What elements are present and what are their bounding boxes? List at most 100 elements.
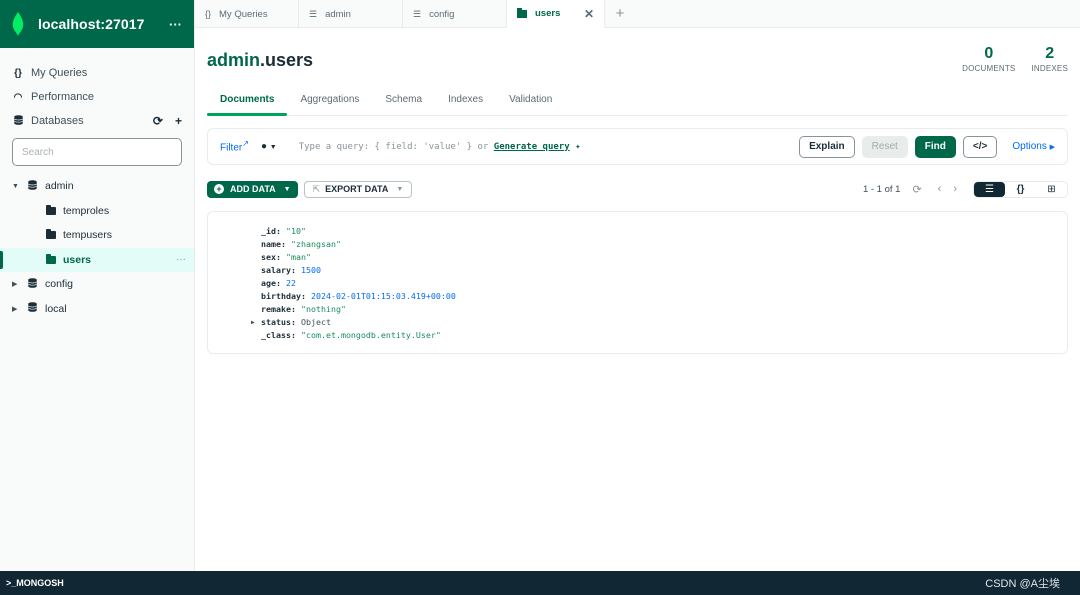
namespace-db: admin <box>207 50 261 70</box>
options-label: Options <box>1012 141 1047 152</box>
refresh-icon[interactable]: ⟳ <box>912 183 921 196</box>
list-view-button[interactable]: ☰ <box>974 181 1005 197</box>
document-field: sex: "man" <box>261 252 311 262</box>
field-value: "zhangsan" <box>290 239 341 249</box>
plus-icon[interactable]: + <box>175 114 182 128</box>
caret-down-icon: ▼ <box>396 185 404 193</box>
document-field-expandable[interactable]: ▶ status: Object <box>251 316 1067 329</box>
reset-button[interactable]: Reset <box>861 135 908 158</box>
json-view-button[interactable]: {} <box>1005 182 1036 197</box>
caret-right-icon: ▶ <box>1049 144 1055 151</box>
search-input[interactable] <box>22 146 172 158</box>
document-field: _class: "com.et.mongodb.entity.User" <box>261 330 441 340</box>
tab-aggregations[interactable]: Aggregations <box>287 88 372 115</box>
tab-schema[interactable]: Schema <box>372 88 435 115</box>
field-value: "man" <box>286 252 311 262</box>
tab-documents[interactable]: Documents <box>207 88 288 116</box>
database-icon: ☰ <box>413 8 422 19</box>
pagination: 1 - 1 of 1 ⟳ ‹ › ☰ {} ⊞ <box>862 180 1068 198</box>
query-input[interactable]: Type a query: { field: 'value' } or Gene… <box>299 142 792 152</box>
sidebar-item-performance[interactable]: ◠ Performance <box>0 85 194 109</box>
field-key: remake <box>261 304 291 314</box>
connection-more-icon[interactable]: ··· <box>169 17 182 32</box>
find-button[interactable]: Find <box>914 135 956 158</box>
tree-db-admin[interactable]: ▼ admin <box>0 174 194 199</box>
code-export-button[interactable]: </> <box>962 135 998 158</box>
sidebar-item-label: Performance <box>31 91 94 103</box>
field-value: Object <box>300 317 331 327</box>
collection-more-icon[interactable]: ··· <box>176 254 186 265</box>
caret-right-icon[interactable]: ▶ <box>12 280 22 288</box>
options-toggle[interactable]: Options ▶ <box>1012 141 1055 152</box>
database-icon: ☰ <box>309 8 318 19</box>
tree-collection-tempusers[interactable]: tempusers <box>0 223 194 248</box>
database-icon <box>28 179 38 193</box>
connection-header: localhost:27017 ··· <box>0 0 194 48</box>
braces-icon: {} <box>1016 183 1025 195</box>
query-placeholder: Type a query: { field: 'value' } or <box>298 141 494 152</box>
stat-value: 2 <box>1045 45 1055 62</box>
chevron-right-icon[interactable]: › <box>953 183 957 195</box>
refresh-icon[interactable]: ⟳ <box>153 114 163 128</box>
tab-my-queries[interactable]: {} My Queries <box>195 0 299 28</box>
mongosh-toggle[interactable]: >_MONGOSH <box>6 578 64 588</box>
caret-down-icon: ▼ <box>283 185 291 193</box>
export-data-button[interactable]: ⇱ EXPORT DATA ▼ <box>303 180 413 198</box>
add-data-button[interactable]: + ADD DATA ▼ <box>207 180 298 198</box>
close-icon[interactable]: ✕ <box>584 7 594 21</box>
explain-button[interactable]: Explain <box>799 135 855 158</box>
folder-icon <box>46 204 56 215</box>
namespace-collection: .users <box>260 50 314 70</box>
chevron-left-icon[interactable]: ‹ <box>938 183 942 195</box>
tree-collection-label: tempusers <box>63 229 113 242</box>
sparkle-icon: ✦ <box>575 141 581 152</box>
caret-right-icon[interactable]: ▶ <box>12 305 22 313</box>
stat-label: INDEXES <box>1031 64 1068 73</box>
stat-value: 0 <box>984 45 994 62</box>
query-bar: Filter↗ ● ▼ Type a query: { field: 'valu… <box>207 128 1068 165</box>
mongodb-leaf-icon <box>12 12 24 36</box>
sidebar-search <box>12 138 182 166</box>
tab-config[interactable]: ☰ config <box>403 0 507 28</box>
document-actions: + ADD DATA ▼ ⇱ EXPORT DATA ▼ 1 - 1 of 1 … <box>207 180 1068 198</box>
stat-documents: 0 DOCUMENTS <box>962 44 1015 73</box>
field-key: sex <box>261 252 276 262</box>
tab-admin[interactable]: ☰ admin <box>299 0 403 28</box>
database-icon <box>12 114 24 128</box>
document-field: name: "zhangsan" <box>261 239 341 249</box>
table-view-button[interactable]: ⊞ <box>1036 182 1067 197</box>
tree-collection-label: temproles <box>63 204 110 217</box>
braces-icon: {} <box>14 67 22 79</box>
tree-collection-users[interactable]: users ··· <box>0 247 194 272</box>
tree-db-local[interactable]: ▶ local <box>0 297 194 322</box>
field-value: 1500 <box>300 265 321 275</box>
document-card[interactable]: _id: "10" name: "zhangsan" sex: "man" sa… <box>207 211 1068 354</box>
collection-subtabs: Documents Aggregations Schema Indexes Va… <box>207 88 1068 116</box>
compass-app: localhost:27017 ··· {} My Queries ◠ Perf… <box>0 0 1080 595</box>
caret-right-icon[interactable]: ▶ <box>251 316 255 329</box>
tab-label: My Queries <box>219 8 268 20</box>
filter-link[interactable]: Filter↗ <box>220 139 249 153</box>
stat-indexes: 2 INDEXES <box>1031 44 1068 73</box>
tab-label: config <box>429 8 455 20</box>
tree-db-label: local <box>45 302 67 315</box>
database-tree: ▼ admin temproles tempusers users ··· ▶ … <box>0 174 194 321</box>
sidebar-item-label: My Queries <box>31 67 88 79</box>
tab-indexes[interactable]: Indexes <box>435 88 496 115</box>
tree-collection-temproles[interactable]: temproles <box>0 199 194 224</box>
external-link-icon: ↗ <box>242 139 249 149</box>
field-key: name <box>261 239 281 249</box>
generate-query-link[interactable]: Generate query <box>494 142 570 152</box>
sidebar-item-my-queries[interactable]: {} My Queries <box>0 61 194 85</box>
tree-db-config[interactable]: ▶ config <box>0 272 194 297</box>
sidebar-item-databases[interactable]: Databases ⟳ + <box>0 109 194 133</box>
pagination-text: 1 - 1 of 1 <box>862 183 901 195</box>
query-history-button[interactable]: ● ▼ <box>261 141 277 152</box>
sidebar-item-label: Databases <box>31 115 84 127</box>
caret-down-icon[interactable]: ▼ <box>12 183 22 190</box>
field-key: salary <box>261 265 291 275</box>
field-key: _class <box>261 330 291 340</box>
tab-validation[interactable]: Validation <box>496 88 565 115</box>
add-tab-button[interactable]: + <box>605 0 635 27</box>
tab-users[interactable]: users ✕ <box>507 0 605 28</box>
